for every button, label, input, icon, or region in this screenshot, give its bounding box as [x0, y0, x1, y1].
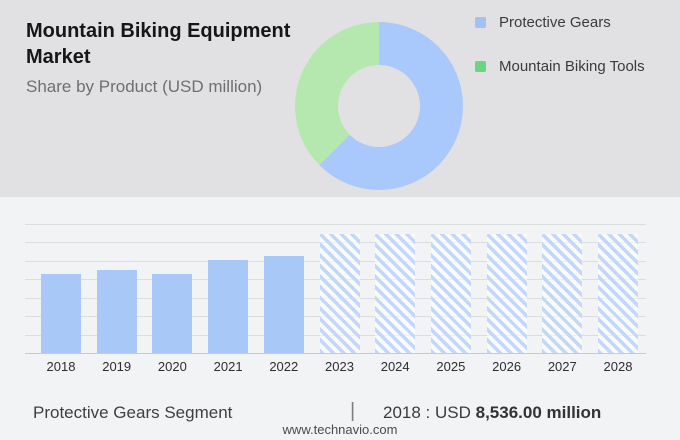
bar-forecast-2026 — [487, 234, 527, 353]
x-axis-label-2019: 2019 — [89, 359, 145, 374]
x-axis-label-2027: 2027 — [534, 359, 590, 374]
segment-label: Protective Gears Segment — [33, 403, 232, 423]
gridline — [25, 224, 646, 225]
x-axis-label-2024: 2024 — [367, 359, 423, 374]
website-url: www.technavio.com — [0, 422, 680, 437]
x-axis-label-2023: 2023 — [312, 359, 368, 374]
segment-value: 2018 : USD 8,536.00 million — [383, 403, 601, 423]
header-panel: Mountain Biking Equipment Market Share b… — [0, 0, 680, 197]
legend-item-protective-gears: Protective Gears — [475, 14, 611, 31]
donut-hole — [338, 65, 420, 147]
legend-item-mountain-biking-tools: Mountain Biking Tools — [475, 58, 645, 75]
x-axis-label-2018: 2018 — [33, 359, 89, 374]
x-axis-label-2020: 2020 — [144, 359, 200, 374]
donut-chart — [295, 22, 463, 190]
bar-chart-panel: 2018201920202021202220232024202520262027… — [0, 197, 680, 440]
legend-label: Mountain Biking Tools — [499, 58, 645, 75]
bar-historic-2020 — [152, 274, 192, 353]
x-axis-label-2022: 2022 — [256, 359, 312, 374]
bar-historic-2021 — [208, 260, 248, 353]
bar-historic-2018 — [41, 274, 81, 353]
value-prefix: 2018 : USD — [383, 403, 476, 422]
x-axis-label-2028: 2028 — [590, 359, 646, 374]
bar-forecast-2027 — [542, 234, 582, 353]
legend-label: Protective Gears — [499, 14, 611, 31]
blue-square-icon — [475, 17, 486, 28]
x-axis-label-2025: 2025 — [423, 359, 479, 374]
bar-plot-area — [25, 224, 646, 354]
footer-separator: | — [350, 400, 355, 423]
page-title: Mountain Biking Equipment Market — [26, 18, 326, 70]
bar-forecast-2023 — [320, 234, 360, 353]
bar-forecast-2025 — [431, 234, 471, 353]
x-axis-label-2021: 2021 — [200, 359, 256, 374]
green-square-icon — [475, 61, 486, 72]
bar-historic-2022 — [264, 256, 304, 353]
bar-forecast-2024 — [375, 234, 415, 353]
bar-forecast-2028 — [598, 234, 638, 353]
x-axis-label-2026: 2026 — [479, 359, 535, 374]
value-bold: 8,536.00 million — [476, 403, 602, 422]
bar-historic-2019 — [97, 270, 137, 353]
x-axis-labels: 2018201920202021202220232024202520262027… — [25, 359, 646, 377]
